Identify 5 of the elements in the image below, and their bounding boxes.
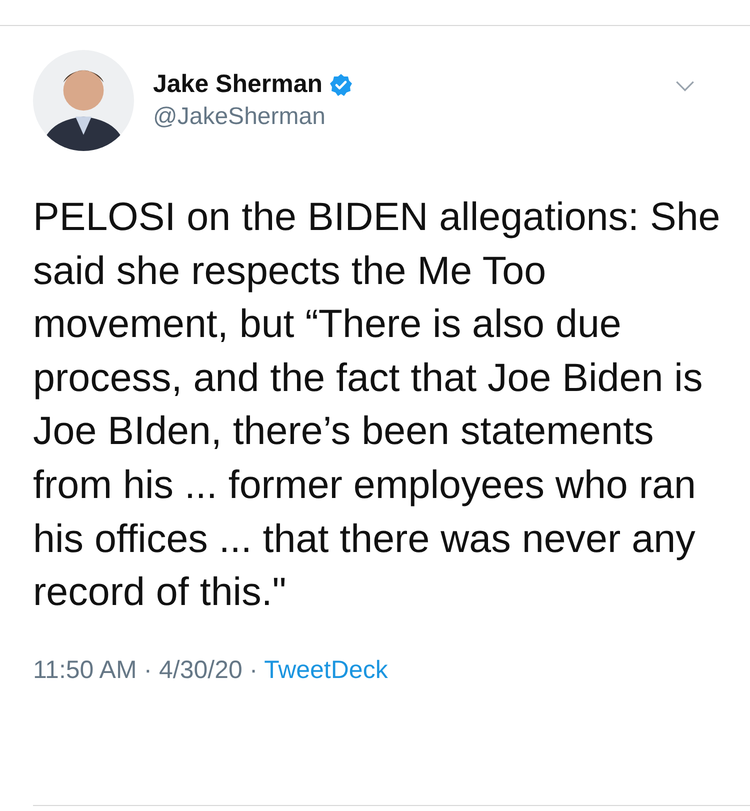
tweet-text: PELOSI on the BIDEN allegations: She said she respects the Me Too movement, but “There is also due process, and the fact that Joe Biden is Joe BIden, there’s been statements from his ... former employees who ran his offices ... that there was never any record of this." (33, 194, 722, 616)
author-name[interactable]: Jake Sherman (153, 70, 323, 99)
source-link[interactable]: TweetDeck (264, 656, 388, 684)
author-handle[interactable]: @JakeSherman (153, 103, 353, 131)
tweet-timestamp: 11:50 AM · 4/30/20 · TweetDeck (33, 656, 389, 685)
